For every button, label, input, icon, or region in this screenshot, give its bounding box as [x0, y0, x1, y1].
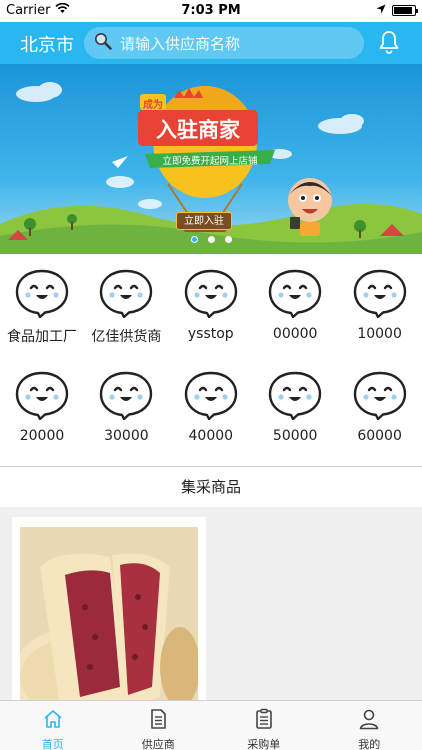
- supplier-label: 10000: [357, 326, 402, 342]
- bell-icon[interactable]: [378, 30, 400, 58]
- battery-level: [394, 7, 412, 14]
- battery-icon: [392, 5, 418, 16]
- tab-document[interactable]: 供应商: [106, 701, 212, 750]
- supplier-item[interactable]: 30000: [84, 370, 168, 444]
- supplier-item[interactable]: 50000: [253, 370, 337, 444]
- chat-bubble-smile-icon: [253, 370, 337, 424]
- supplier-item[interactable]: ysstop: [169, 268, 253, 342]
- city-selector[interactable]: 北京市: [20, 31, 74, 57]
- status-bar: Carrier 7:03 PM: [0, 0, 422, 22]
- supplier-item[interactable]: 食品加工厂: [0, 268, 84, 346]
- chat-bubble-smile-icon: [0, 268, 84, 322]
- supplier-label: 亿佳供货商: [91, 329, 162, 345]
- supplier-item[interactable]: 40000: [169, 370, 253, 444]
- supplier-label: 食品加工厂: [7, 329, 77, 345]
- supplier-label: 20000: [19, 428, 65, 444]
- banner-join-button[interactable]: 立即入驻: [176, 212, 232, 230]
- chat-bubble-smile-icon: [84, 268, 168, 322]
- goods-image: [10, 527, 200, 727]
- supplier-label: 50000: [272, 428, 318, 444]
- tab-person[interactable]: 我的: [317, 701, 422, 750]
- search-input[interactable]: 请输入供应商名称: [84, 27, 364, 59]
- banner-dot[interactable]: [190, 236, 198, 243]
- chat-bubble-smile-icon: [169, 268, 253, 322]
- promo-banner[interactable]: 成为 入驻商家 立即免费开起网上店铺 立即入驻: [0, 64, 422, 254]
- supplier-label: 60000: [357, 428, 402, 444]
- tab-clipboard[interactable]: 采购单: [211, 701, 317, 750]
- chat-bubble-smile-icon: [338, 268, 422, 322]
- banner-dot[interactable]: [224, 236, 232, 243]
- top-nav-bar: 北京市 请输入供应商名称: [0, 22, 422, 64]
- tab-label: 首页: [41, 738, 64, 750]
- supplier-label: ysstop: [187, 326, 234, 342]
- banner-dot[interactable]: [207, 236, 215, 243]
- goods-card[interactable]: [10, 517, 206, 727]
- supplier-label: 40000: [188, 428, 234, 444]
- chat-bubble-smile-icon: [338, 370, 422, 424]
- tab-label: 采购单: [247, 738, 281, 750]
- chat-bubble-smile-icon: [253, 268, 337, 322]
- status-time: 7:03 PM: [181, 3, 241, 18]
- search-icon: [94, 32, 112, 54]
- bottom-tab-bar: 首页 供应商 采购单 我的: [0, 700, 422, 750]
- chat-bubble-smile-icon: [169, 370, 253, 424]
- banner-ribbon-text: 立即免费开起网上店铺: [162, 156, 258, 167]
- supplier-item[interactable]: 亿佳供货商: [84, 268, 168, 346]
- goods-list: [0, 507, 422, 727]
- supplier-label: 00000: [272, 326, 318, 342]
- search-placeholder: 请输入供应商名称: [120, 34, 241, 53]
- tab-label: 供应商: [141, 738, 175, 750]
- clipboard-icon: [253, 708, 275, 734]
- home-icon: [42, 708, 64, 734]
- tab-home[interactable]: 首页: [0, 701, 106, 750]
- person-icon: [358, 708, 380, 734]
- chat-bubble-smile-icon: [0, 370, 84, 424]
- section-title: 集采商品: [0, 467, 422, 507]
- document-icon: [147, 708, 169, 734]
- tab-label: 我的: [358, 738, 381, 750]
- supplier-item[interactable]: 60000: [338, 370, 422, 444]
- chat-bubble-smile-icon: [84, 370, 168, 424]
- supplier-item[interactable]: 10000: [338, 268, 422, 342]
- supplier-item[interactable]: 00000: [253, 268, 337, 342]
- location-arrow-icon: [376, 3, 386, 18]
- banner-pagination: [0, 236, 422, 243]
- supplier-item[interactable]: 20000: [0, 370, 84, 444]
- banner-title: 入驻商家: [156, 118, 240, 142]
- supplier-label: 30000: [104, 428, 149, 444]
- banner-tag: 成为: [143, 100, 163, 111]
